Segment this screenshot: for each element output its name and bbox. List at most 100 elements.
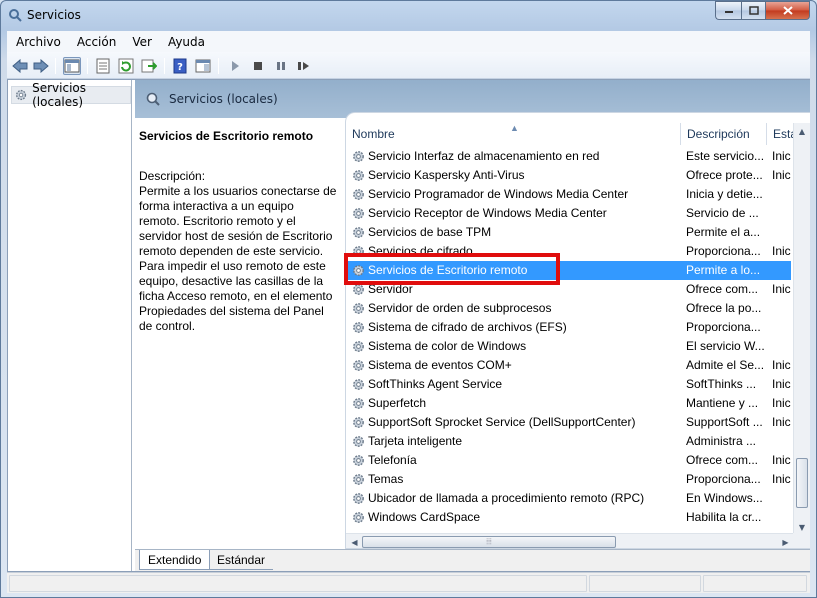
table-row[interactable]: Servidor de orden de subprocesos Ofrece l… xyxy=(346,299,791,318)
scroll-left-icon[interactable]: ◀ xyxy=(346,534,363,548)
properties-icon[interactable] xyxy=(94,57,112,75)
table-row[interactable]: Temas Proporciona... Inic xyxy=(346,470,791,489)
maximize-button[interactable] xyxy=(741,1,766,20)
service-description: Proporciona... xyxy=(686,244,761,258)
table-row[interactable]: Servicios de base TPM Permite el a... xyxy=(346,223,791,242)
service-state: Inic xyxy=(772,358,791,372)
play-icon[interactable] xyxy=(226,57,244,75)
service-name: Servicio Kaspersky Anti-Virus xyxy=(368,168,525,182)
service-description: Inicia y detie... xyxy=(686,187,763,201)
gear-icon xyxy=(353,379,364,390)
table-row[interactable]: Servicios de cifrado Proporciona... Inic xyxy=(346,242,791,261)
gear-icon xyxy=(353,265,364,276)
table-row[interactable]: Servicio Interfaz de almacenamiento en r… xyxy=(346,147,791,166)
table-row[interactable]: Servicios de Escritorio remoto Permite a … xyxy=(346,261,791,280)
table-row[interactable]: SoftThinks Agent Service SoftThinks ... In… xyxy=(346,375,791,394)
gear-icon xyxy=(353,341,364,352)
service-name: Servicio Programador de Windows Media Ce… xyxy=(368,187,629,201)
stop-icon[interactable] xyxy=(249,57,267,75)
service-name: Servidor xyxy=(368,282,413,296)
gear-icon xyxy=(353,246,364,257)
description-text: Permite a los usuarios conectarse de for… xyxy=(139,184,337,333)
tab-extendido[interactable]: Extendido xyxy=(139,550,211,570)
export-list-icon[interactable] xyxy=(140,57,158,75)
service-description: En Windows... xyxy=(686,491,763,505)
table-row[interactable]: Servicio Kaspersky Anti-Virus Ofrece prot… xyxy=(346,166,791,185)
tree-item-label: Servicios (locales) xyxy=(32,81,87,109)
magnifier-icon xyxy=(146,92,160,106)
service-description: Proporciona... xyxy=(686,320,761,334)
services-app-icon xyxy=(8,8,22,22)
service-state: Inic xyxy=(772,396,791,410)
gear-icon xyxy=(353,398,364,409)
service-name: Servidor de orden de subprocesos xyxy=(368,301,552,315)
show-hide-pane-icon[interactable] xyxy=(194,57,212,75)
tab-estandar[interactable]: Estándar xyxy=(209,550,274,570)
table-row[interactable]: Ubicador de llamada a procedimiento remo… xyxy=(346,489,791,508)
console-tree: Servicios (locales) xyxy=(8,80,132,571)
service-description: Proporciona... xyxy=(686,472,761,486)
title-bar[interactable]: Servicios xyxy=(1,1,816,31)
main-area: Servicios (locales) Servicios (locales) … xyxy=(7,79,810,572)
refresh-icon[interactable] xyxy=(117,57,135,75)
table-row[interactable]: Tarjeta inteligente Administra ... xyxy=(346,432,791,451)
restart-icon[interactable] xyxy=(295,57,313,75)
pause-icon[interactable] xyxy=(272,57,290,75)
service-description: Ofrece prote... xyxy=(686,168,763,182)
service-state: Inic xyxy=(772,415,791,429)
table-row[interactable]: Servicio Programador de Windows Media Ce… xyxy=(346,185,791,204)
description-panel: Servicios de Escritorio remoto Descripci… xyxy=(135,118,342,548)
column-header-descripcion[interactable]: Descripción xyxy=(681,123,767,145)
content-header-label: Servicios (locales) xyxy=(169,92,278,106)
minimize-button[interactable] xyxy=(715,1,741,20)
table-row[interactable]: SupportSoft Sprocket Service (DellSuppor… xyxy=(346,413,791,432)
service-description: Ofrece com... xyxy=(686,282,759,296)
service-description: Administra ... xyxy=(686,434,757,448)
menu-accion[interactable]: Acción xyxy=(69,35,124,49)
help-icon[interactable]: ? xyxy=(171,57,189,75)
close-button[interactable] xyxy=(766,1,810,20)
service-state: Inic xyxy=(772,168,791,182)
table-row[interactable]: Sistema de eventos COM+ Admite el Se... In… xyxy=(346,356,791,375)
horizontal-scroll-thumb[interactable]: ⦙⦙⦙ xyxy=(362,536,616,548)
service-name: SoftThinks Agent Service xyxy=(368,377,503,391)
service-name: Tarjeta inteligente xyxy=(368,434,463,448)
gear-icon xyxy=(353,493,364,504)
vertical-scrollbar[interactable]: ▲ ▼ xyxy=(793,123,810,536)
content-pane: Servicios (locales) Servicios de Escrito… xyxy=(135,80,810,571)
gear-icon xyxy=(353,417,364,428)
console-tree-icon[interactable] xyxy=(63,57,81,75)
description-label: Descripción: xyxy=(139,169,206,183)
vertical-scroll-thumb[interactable] xyxy=(796,458,808,508)
service-name: Temas xyxy=(368,472,404,486)
service-description: SoftThinks ... xyxy=(686,377,757,391)
menu-ver[interactable]: Ver xyxy=(124,35,160,49)
service-name: SupportSoft Sprocket Service (DellSuppor… xyxy=(368,415,636,429)
service-description: Mantiene y ... xyxy=(686,396,759,410)
scroll-up-icon[interactable]: ▲ xyxy=(794,123,810,140)
svg-text:?: ? xyxy=(177,62,183,73)
service-description: Admite el Se... xyxy=(686,358,765,372)
gear-icon xyxy=(353,512,364,523)
menu-archivo[interactable]: Archivo xyxy=(7,35,69,49)
scroll-right-icon[interactable]: ▶ xyxy=(777,534,794,548)
menu-ayuda[interactable]: Ayuda xyxy=(160,35,213,49)
table-row[interactable]: Telefonía Ofrece com... Inic xyxy=(346,451,791,470)
table-row[interactable]: Servidor Ofrece com... Inic xyxy=(346,280,791,299)
gear-icon xyxy=(353,436,364,447)
table-row[interactable]: Servicio Receptor de Windows Media Cente… xyxy=(346,204,791,223)
sort-ascending-icon: ▲ xyxy=(510,123,519,133)
column-header-nombre[interactable]: ▲ Nombre xyxy=(346,123,681,145)
table-row[interactable]: Superfetch Mantiene y ... Inic xyxy=(346,394,791,413)
service-name: Superfetch xyxy=(368,396,427,410)
table-row[interactable]: Sistema de cifrado de archivos (EFS) Prop… xyxy=(346,318,791,337)
tree-item-servicios-locales[interactable]: Servicios (locales) xyxy=(11,81,131,109)
forward-arrow-icon[interactable] xyxy=(32,57,50,75)
back-arrow-icon[interactable] xyxy=(11,57,29,75)
service-name: Servicios de cifrado xyxy=(368,244,473,258)
service-description: Permite a lo... xyxy=(686,263,761,277)
table-row[interactable]: Windows CardSpace Habilita la cr... xyxy=(346,508,791,527)
horizontal-scrollbar[interactable]: ◀ ⦙⦙⦙ ▶ xyxy=(346,533,794,548)
table-row[interactable]: Sistema de color de Windows El servicio W… xyxy=(346,337,791,356)
view-tabs: Extendido Estándar xyxy=(135,549,810,571)
